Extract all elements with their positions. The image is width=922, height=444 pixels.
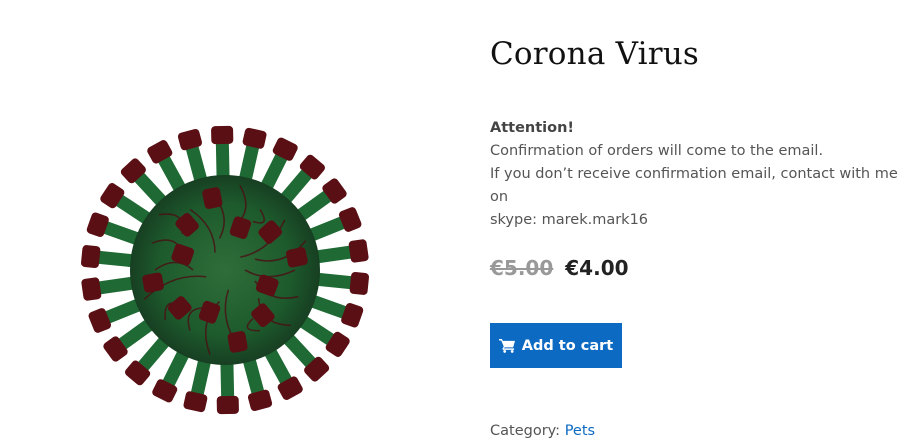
product-title: Corona Virus [490,36,700,72]
product-price: €5.00 €4.00 [490,256,910,280]
regular-price: €5.00 [490,256,554,281]
add-to-cart-button[interactable]: Add to cart [490,323,622,368]
product-description: Attention! Confirmation of orders will c… [490,117,910,232]
category-link[interactable]: Pets [565,423,595,439]
add-to-cart-label: Add to cart [521,337,614,354]
description-line: skype: marek.mark16 [490,212,649,229]
product-image[interactable] [60,105,390,435]
product-category: Category: Pets [490,423,595,439]
attention-label: Attention! [490,120,575,137]
sale-price: €4.00 [565,256,629,281]
description-line: If you don’t receive confirmation email,… [490,166,898,206]
shopping-cart-icon [498,338,516,353]
coronavirus-illustration [81,125,369,415]
description-line: Confirmation of orders will come to the … [490,143,824,160]
category-label: Category: [490,423,561,439]
product-summary: Corona Virus Attention! Confirmation of … [490,36,910,439]
